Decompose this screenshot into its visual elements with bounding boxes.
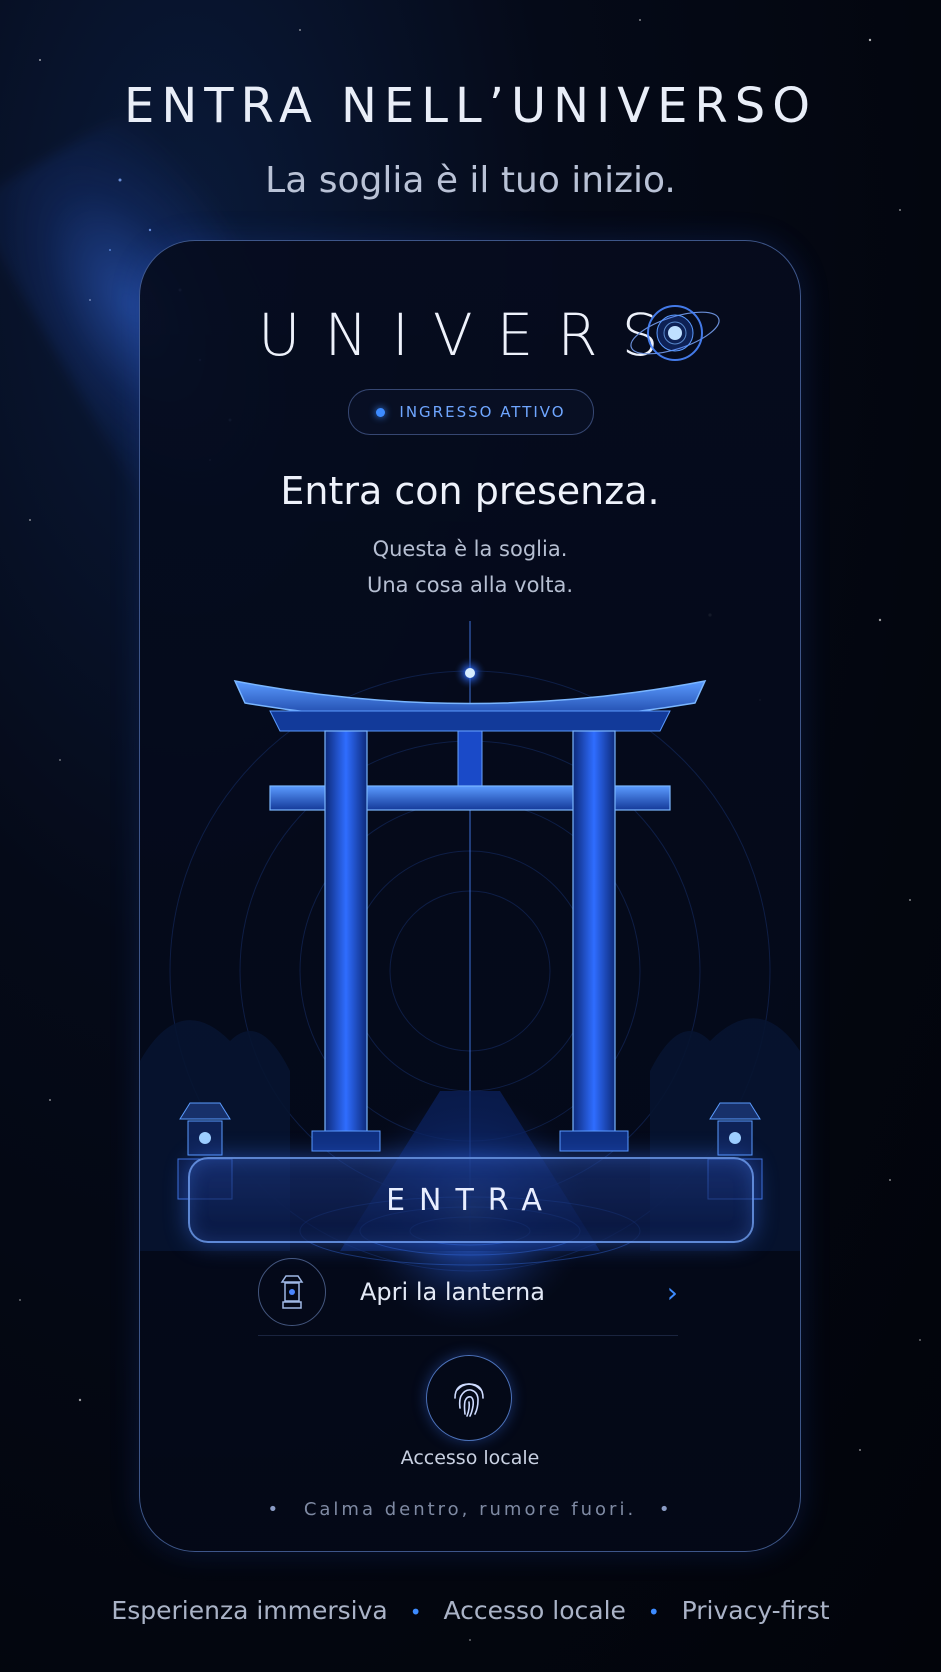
logo-text: UNIVERS [258,301,683,369]
lantern-icon [258,1258,326,1326]
hero-subtitle: La soglia è il tuo inizio. [265,160,676,201]
login-card: UNIVERS INGRESSO ATTIVO Entra con presen… [139,240,801,1552]
open-lantern-label: Apri la lanterna [360,1278,545,1306]
card-subtitle-line1: Questa è la soglia. [372,537,568,561]
card-headline: Entra con presenza. [280,469,660,513]
footer-separator: • [647,1600,660,1624]
footer-item: Esperienza immersiva [111,1596,388,1625]
motto-line: • Calma dentro, rumore fuori. • [140,1499,800,1520]
hero-title: ENTRA NELL’UNIVERSO [124,78,817,134]
fingerprint-button[interactable] [426,1355,512,1441]
footer-item: Accesso locale [443,1596,626,1625]
enter-button[interactable]: ENTRA [188,1157,754,1243]
local-access-label: Accesso locale [400,1447,540,1469]
motto-text: Calma dentro, rumore fuori. [303,1499,637,1520]
planet-orb-icon [630,305,720,361]
card-subtitle-line2: Una cosa alla volta. [366,573,574,597]
status-dot-icon [376,407,386,417]
chevron-right-icon: › [666,1275,678,1309]
app-logo: UNIVERS [140,291,800,371]
fingerprint-icon [454,1383,484,1417]
footer-separator: • [409,1600,422,1624]
footer-item: Privacy-first [681,1596,830,1625]
feature-footer: Esperienza immersiva • Accesso locale • … [0,1596,941,1625]
status-badge: INGRESSO ATTIVO [348,389,594,435]
open-lantern-row[interactable]: Apri la lanterna › [258,1257,678,1336]
motto-dot-left: • [267,1499,282,1520]
status-badge-label: INGRESSO ATTIVO [399,403,566,421]
motto-dot-right: • [658,1499,673,1520]
